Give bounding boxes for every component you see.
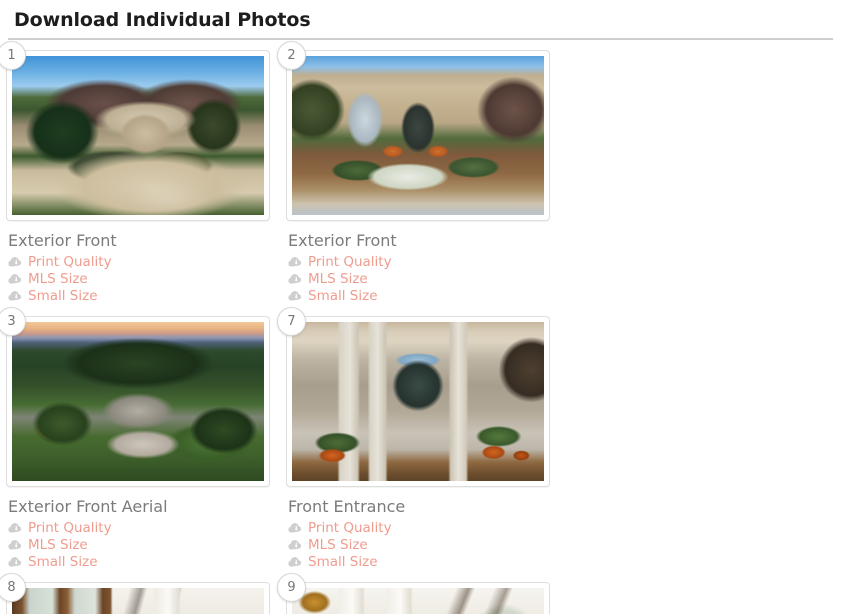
download-link-label: MLS Size [308,270,368,287]
download-cloud-icon [8,255,23,268]
download-mls-size-link[interactable]: MLS Size [288,270,550,287]
download-link-label: Print Quality [308,519,392,536]
download-link-label: Small Size [28,553,98,570]
download-mls-size-link[interactable]: MLS Size [8,270,270,287]
download-cloud-icon [8,289,23,302]
download-link-label: Print Quality [28,519,112,536]
photo-caption: Exterior Front [288,231,397,250]
download-links: Print Quality MLS Size Small Size [288,519,550,570]
page-title: Download Individual Photos [14,9,311,31]
download-cloud-icon [8,538,23,551]
download-cloud-icon [8,555,23,568]
photo-card[interactable]: 7 [277,307,550,487]
photo-image [12,322,264,481]
download-link-label: MLS Size [28,536,88,553]
download-mls-size-link[interactable]: MLS Size [8,536,270,553]
photo-thumbnail[interactable] [12,56,264,215]
photo-cell: 7 Front Entrance Print Quality MLS Size … [277,307,566,570]
photo-number-badge: 2 [277,41,306,70]
download-small-size-link[interactable]: Small Size [8,553,270,570]
photo-thumbnail[interactable] [12,588,264,614]
download-print-quality-link[interactable]: Print Quality [288,519,550,536]
photo-caption: Exterior Front [8,231,117,250]
download-cloud-icon [288,272,303,285]
download-link-label: MLS Size [28,270,88,287]
download-link-label: Small Size [308,553,378,570]
photo-cell: 1 Exterior Front Print Quality MLS Size … [0,41,286,304]
photo-card[interactable]: 8 [0,573,270,614]
download-cloud-icon [8,521,23,534]
download-photos-page: Download Individual Photos 1 Exterior Fr… [0,0,841,614]
download-cloud-icon [288,555,303,568]
download-link-label: Small Size [308,287,378,304]
photo-caption: Exterior Front Aerial [8,497,168,516]
photo-cell: 2 Exterior Front Print Quality MLS Size … [277,41,566,304]
download-link-label: Print Quality [308,253,392,270]
download-small-size-link[interactable]: Small Size [288,553,550,570]
download-links: Print Quality MLS Size Small Size [8,253,270,304]
photo-thumbnail[interactable] [292,588,544,614]
photo-grid: 1 Exterior Front Print Quality MLS Size … [0,40,833,614]
photo-card[interactable]: 2 [277,41,550,221]
download-links: Print Quality MLS Size Small Size [288,253,550,304]
photo-thumbnail[interactable] [292,56,544,215]
download-print-quality-link[interactable]: Print Quality [8,519,270,536]
photo-image [12,588,264,614]
photo-image [292,56,544,215]
download-link-label: MLS Size [308,536,368,553]
photo-card[interactable]: 9 [277,573,550,614]
photo-image [292,588,544,614]
download-cloud-icon [288,255,303,268]
download-cloud-icon [288,521,303,534]
photo-thumbnail[interactable] [12,322,264,481]
photo-thumbnail[interactable] [292,322,544,481]
photo-number-badge: 9 [277,573,306,602]
photo-card[interactable]: 1 [0,41,270,221]
download-cloud-icon [8,272,23,285]
photo-card[interactable]: 3 [0,307,270,487]
download-print-quality-link[interactable]: Print Quality [288,253,550,270]
download-cloud-icon [288,538,303,551]
download-cloud-icon [288,289,303,302]
photo-image [12,56,264,215]
photo-cell: 9 Foyer Print Quality [277,573,566,614]
photo-caption: Front Entrance [288,497,406,516]
download-print-quality-link[interactable]: Print Quality [8,253,270,270]
photo-cell: 8 Foyer Print Quality [0,573,286,614]
photo-number-badge: 7 [277,307,306,336]
photo-image [292,322,544,481]
download-link-label: Print Quality [28,253,112,270]
download-mls-size-link[interactable]: MLS Size [288,536,550,553]
photo-cell: 3 Exterior Front Aerial Print Quality ML… [0,307,286,570]
download-links: Print Quality MLS Size Small Size [8,519,270,570]
page-header: Download Individual Photos [8,0,833,40]
download-link-label: Small Size [28,287,98,304]
download-small-size-link[interactable]: Small Size [8,287,270,304]
download-small-size-link[interactable]: Small Size [288,287,550,304]
